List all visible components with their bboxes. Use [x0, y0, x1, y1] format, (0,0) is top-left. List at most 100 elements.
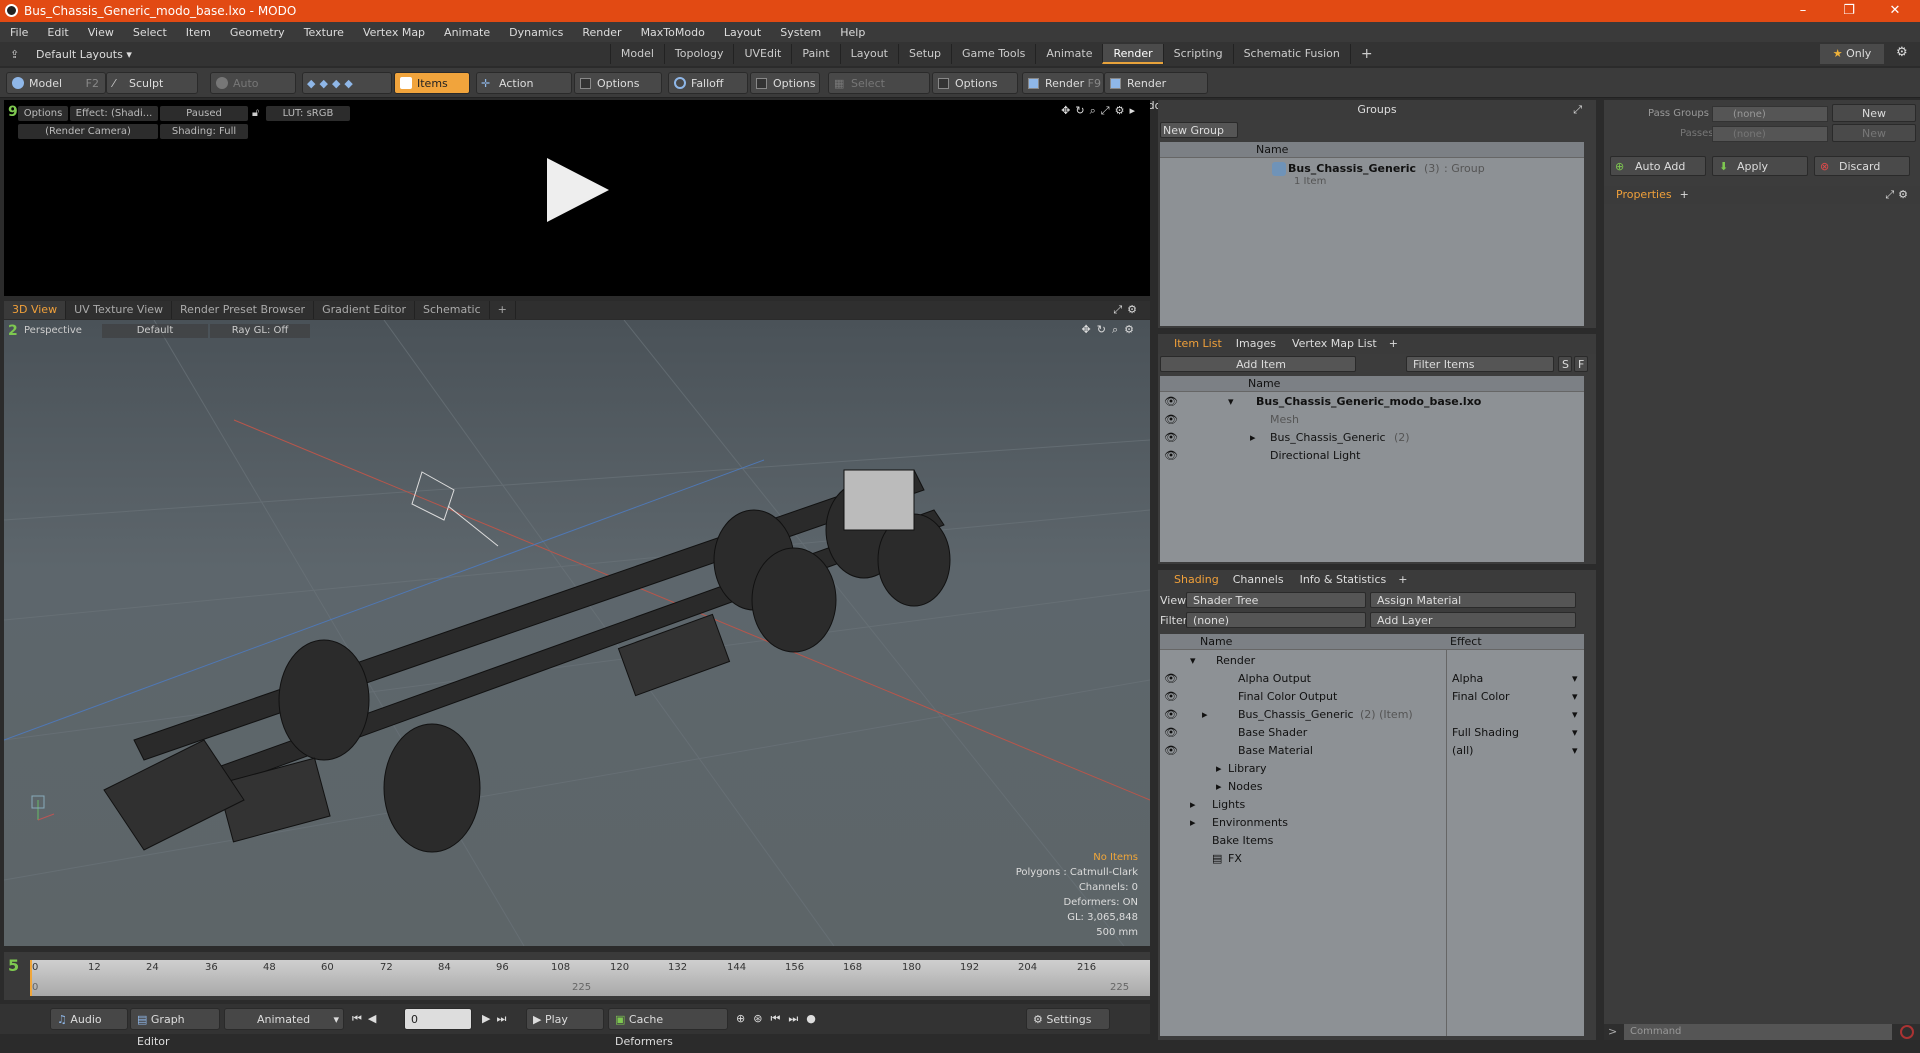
add-tab-button[interactable]: + [1672, 188, 1689, 201]
vertex-mode-icon[interactable]: ◆ [307, 77, 319, 90]
tab-3d-view[interactable]: 3D View [4, 301, 67, 319]
shader-row[interactable]: ▸ Nodes [1160, 778, 1584, 796]
add-tab-button[interactable]: + [490, 301, 516, 319]
auto-select-button[interactable]: Auto Select [210, 72, 296, 112]
sculpt-button[interactable]: ⁄ Sculpt [106, 72, 198, 94]
add-layer-dropdown[interactable]: Add Layer [1370, 612, 1576, 628]
shader-effect[interactable]: Alpha [1452, 672, 1483, 685]
tab-images[interactable]: Images [1228, 334, 1284, 354]
next-frame-icon[interactable]: ▶ [482, 1012, 496, 1025]
gear-icon[interactable]: ⚙ [1896, 45, 1908, 60]
tab-layout[interactable]: Layout [839, 44, 898, 64]
shader-effect[interactable]: Full Shading [1452, 726, 1519, 739]
model-button[interactable]: Model F2 [6, 72, 106, 94]
select-options-button[interactable]: Options [932, 72, 1018, 94]
menu-select[interactable]: Select [123, 26, 176, 39]
eye-icon[interactable]: 👁︎ [1164, 413, 1178, 427]
render-preview[interactable]: 9 Options Effect: (Shadi... Paused 🔓︎ LU… [4, 100, 1150, 296]
paused-status[interactable]: Paused [160, 106, 248, 121]
rotate-icon[interactable]: ↻ [1097, 323, 1112, 336]
passes-dropdown[interactable]: (none) [1712, 126, 1828, 142]
tab-game-tools[interactable]: Game Tools [951, 44, 1035, 64]
shader-row[interactable]: ▸ Environments [1160, 814, 1584, 832]
perspective-dropdown[interactable]: Perspective [20, 324, 90, 338]
f-button[interactable]: F [1574, 356, 1588, 372]
zoom-icon[interactable]: ⌕ [1090, 104, 1101, 117]
gear-icon[interactable]: ⚙ [1898, 188, 1912, 201]
maximize-button[interactable]: ❐ [1826, 0, 1872, 22]
audio-button[interactable]: ♫ Audio [50, 1008, 128, 1030]
bus-chassis-model[interactable] [103, 469, 951, 853]
shader-tree[interactable]: Name Effect ▾ Render 👁︎ Alpha Output Alpha ▾ … [1160, 634, 1584, 1036]
shader-row[interactable]: ▾ Render [1160, 652, 1584, 670]
shader-row[interactable]: Bake Items [1160, 832, 1584, 850]
falloff-options-button[interactable]: Options [750, 72, 820, 94]
falloff-button[interactable]: Falloff [668, 72, 748, 94]
tab-uvedit[interactable]: UVEdit [733, 44, 791, 64]
new-pass-group-button[interactable]: New [1832, 104, 1916, 122]
polygon-mode-icon[interactable]: ◆ [332, 77, 344, 90]
menu-texture[interactable]: Texture [294, 26, 353, 39]
shader-effect[interactable]: Final Color [1452, 690, 1510, 703]
group-name[interactable]: Bus_Chassis_Generic [1288, 162, 1416, 175]
add-item-dropdown[interactable]: Add Item [1160, 356, 1356, 372]
expand-icon[interactable]: ⤢ [1573, 100, 1582, 120]
edge-mode-icon[interactable]: ◆ [319, 77, 331, 90]
new-group-button[interactable]: New Group [1160, 122, 1238, 138]
render-button[interactable]: Render F9 [1022, 72, 1104, 94]
tab-render-preset-browser[interactable]: Render Preset Browser [172, 301, 315, 319]
menu-file[interactable]: File [0, 26, 37, 39]
shader-row[interactable]: ▸ Library [1160, 760, 1584, 778]
prev-key-icon[interactable]: ⏮ [770, 1012, 788, 1025]
filter-dropdown[interactable]: (none) [1186, 612, 1366, 628]
view-dropdown[interactable]: Shader Tree [1186, 592, 1366, 608]
assign-material-button[interactable]: Assign Material [1370, 592, 1576, 608]
raygl-dropdown[interactable]: Ray GL: Off [210, 324, 310, 338]
tab-animate[interactable]: Animate [1035, 44, 1102, 64]
play-icon[interactable] [547, 158, 609, 222]
tab-model[interactable]: Model [609, 44, 664, 64]
lut-dropdown[interactable]: LUT: sRGB [266, 106, 350, 121]
expand-icon[interactable]: ⤢ [1113, 303, 1127, 316]
menu-item[interactable]: Item [176, 26, 220, 39]
eye-icon[interactable]: 👁︎ [1164, 690, 1178, 704]
3d-viewport[interactable]: 2 Perspective Default Ray GL: Off ✥↻⌕⚙ N… [4, 320, 1150, 946]
groups-list[interactable]: Name Bus_Chassis_Generic (3) : Group 1 I… [1160, 142, 1584, 326]
select-through-button[interactable]: ▦Select Through [828, 72, 930, 112]
filter-items-input[interactable]: Filter Items [1406, 356, 1554, 372]
tab-paint[interactable]: Paint [791, 44, 839, 64]
gear-icon[interactable]: ⚙ [1127, 303, 1142, 316]
lock-icon[interactable]: 🔓︎ [252, 106, 259, 120]
shader-row[interactable]: 👁︎ Final Color Output Final Color ▾ [1160, 688, 1584, 706]
add-tab-button[interactable]: + [1394, 570, 1411, 590]
menu-view[interactable]: View [78, 26, 123, 39]
play-button[interactable]: ▶ Play [526, 1008, 604, 1030]
tab-setup[interactable]: Setup [898, 44, 951, 64]
last-frame-icon[interactable]: ⏭ [496, 1012, 512, 1025]
minimize-button[interactable]: – [1780, 0, 1826, 22]
tab-gradient-editor[interactable]: Gradient Editor [314, 301, 415, 319]
gear-icon[interactable]: ⚙ [1124, 323, 1140, 336]
graph-editor-button[interactable]: ▤ Graph Editor [130, 1008, 220, 1048]
layouts-icon[interactable]: ⇪ [10, 48, 22, 61]
render-window-button[interactable]: Render Window [1104, 72, 1208, 112]
tab-topology[interactable]: Topology [663, 44, 734, 64]
move-icon[interactable]: ✥ [1061, 104, 1075, 117]
auto-add-button[interactable]: ⊕ Auto Add [1610, 156, 1706, 176]
tree-row[interactable]: 👁︎ ▾ Bus_Chassis_Generic_modo_base.lxo [1160, 393, 1584, 411]
prev-frame-icon[interactable]: ◀ [368, 1012, 382, 1025]
shader-row[interactable]: 👁︎ ▸ Bus_Chassis_Generic (2) (Item) ▾ [1160, 706, 1584, 724]
gear-icon[interactable]: ⚙ [1115, 104, 1130, 117]
add-tab-button[interactable]: + [1385, 334, 1402, 354]
eye-icon[interactable]: 👁︎ [1164, 431, 1178, 445]
default-dropdown[interactable]: Default [102, 324, 208, 338]
tab-schematic[interactable]: Schematic [415, 301, 490, 319]
move-icon[interactable]: ✥ [1082, 323, 1097, 336]
first-frame-icon[interactable]: ⏮ [352, 1012, 368, 1025]
close-button[interactable]: ✕ [1872, 0, 1918, 22]
tab-shading[interactable]: Shading [1158, 570, 1225, 590]
menu-animate[interactable]: Animate [434, 26, 499, 39]
key-icon[interactable]: ⊕ [736, 1012, 753, 1025]
expand-icon[interactable]: ⤢ [1885, 188, 1898, 201]
default-layouts-dropdown[interactable]: Default Layouts ▾ [36, 48, 132, 61]
